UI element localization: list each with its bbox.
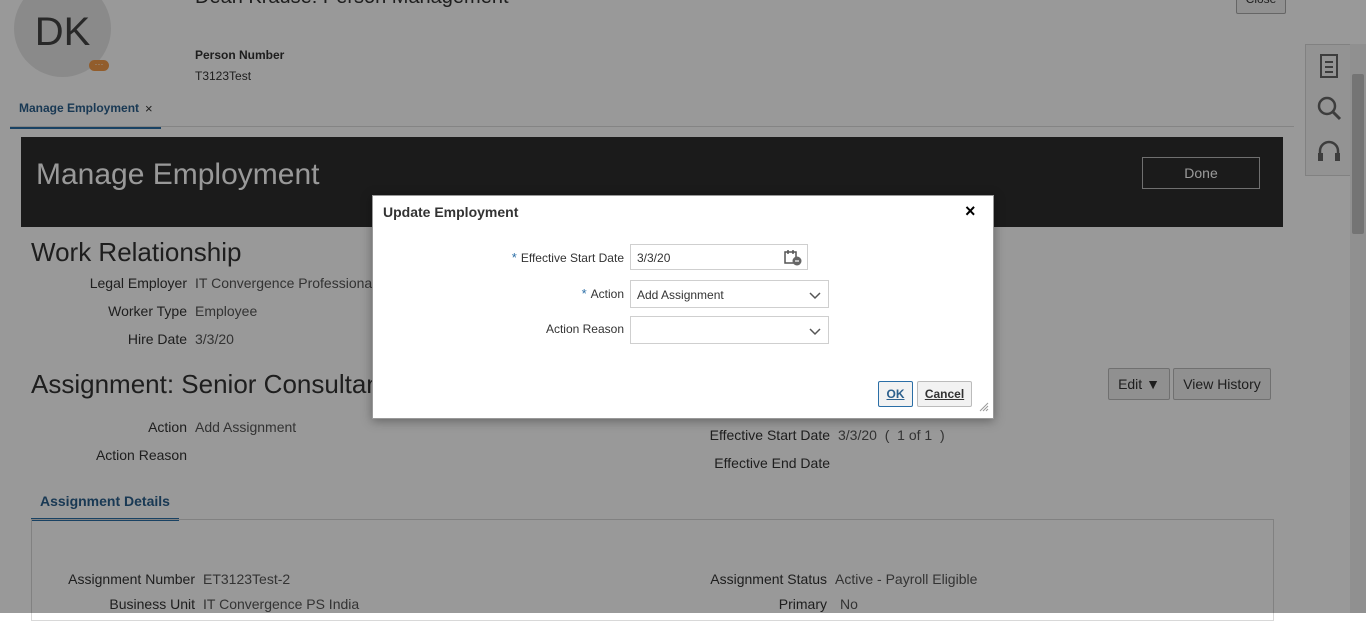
required-indicator: * — [581, 286, 587, 301]
dialog-title: Update Employment — [383, 204, 519, 220]
calendar-icon[interactable] — [784, 249, 802, 266]
action-reason-select[interactable] — [630, 316, 829, 344]
action-select-value: Add Assignment — [637, 288, 724, 302]
ok-button[interactable]: OK — [878, 381, 913, 407]
action-select[interactable]: Add Assignment — [630, 280, 829, 308]
action-reason-field-label: Action Reason — [545, 322, 624, 336]
effective-start-date-field-label: * Effective Start Date — [473, 250, 624, 265]
action-field-label: * Action — [473, 286, 624, 301]
effective-start-date-field-label-text: Effective Start Date — [520, 251, 624, 265]
action-field-label-text: Action — [590, 287, 624, 301]
resize-handle-icon[interactable] — [979, 402, 989, 412]
chevron-down-icon — [809, 328, 821, 336]
close-icon[interactable]: × — [965, 201, 976, 222]
chevron-down-icon — [809, 292, 821, 300]
effective-start-date-input-value: 3/3/20 — [637, 251, 671, 265]
effective-start-date-input[interactable]: 3/3/20 — [630, 244, 808, 270]
update-employment-dialog: Update Employment × * Effective Start Dat… — [372, 195, 994, 419]
required-indicator: * — [511, 250, 517, 265]
cancel-button[interactable]: Cancel — [917, 381, 972, 407]
